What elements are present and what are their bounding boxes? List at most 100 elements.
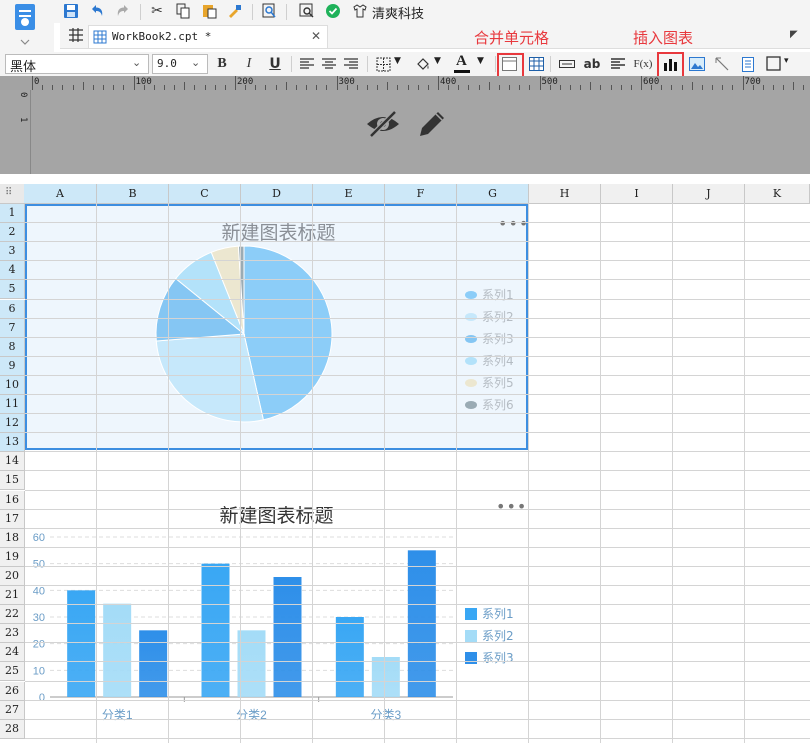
- row-header-23[interactable]: 23: [0, 624, 25, 644]
- ruler-minor-tick: [691, 82, 693, 90]
- row-header-19[interactable]: 19: [0, 547, 25, 567]
- ruler-minor-tick: [488, 82, 490, 90]
- col-header-H[interactable]: H: [529, 184, 601, 204]
- align-right-icon[interactable]: [342, 55, 360, 73]
- image-icon[interactable]: [688, 55, 706, 73]
- legend-label: 系列4: [482, 354, 514, 368]
- row-header-20[interactable]: 20: [0, 566, 25, 586]
- hide-eye-icon[interactable]: [365, 108, 401, 143]
- brand-label[interactable]: 清爽科技: [372, 3, 424, 22]
- tab-title: WorkBook2.cpt *: [112, 30, 212, 43]
- row-header-2[interactable]: 2: [0, 223, 25, 243]
- tab-close-icon[interactable]: ✕: [311, 29, 321, 43]
- row-header-25[interactable]: 25: [0, 662, 25, 682]
- paste-icon[interactable]: [200, 2, 218, 20]
- text-style-button[interactable]: ab: [583, 55, 601, 73]
- redo-icon[interactable]: [114, 2, 132, 20]
- row-header-18[interactable]: 18: [0, 528, 25, 548]
- align-left-icon[interactable]: [298, 55, 316, 73]
- row-header-10[interactable]: 10: [0, 375, 25, 395]
- row-header-3[interactable]: 3: [0, 242, 25, 262]
- row-header-12[interactable]: 12: [0, 414, 25, 434]
- bold-button[interactable]: B: [213, 55, 231, 73]
- row-header-5[interactable]: 5: [0, 280, 25, 300]
- tab-workbook[interactable]: WorkBook2.cpt * ✕: [88, 25, 328, 48]
- row-header-16[interactable]: 16: [0, 490, 25, 510]
- row-header-11[interactable]: 11: [0, 395, 25, 415]
- row-header-1[interactable]: 1: [0, 204, 25, 224]
- font-name-select[interactable]: 黑体 ⌄: [5, 54, 149, 75]
- row-header-22[interactable]: 22: [0, 605, 25, 625]
- select-all-corner[interactable]: ⠿: [0, 184, 25, 204]
- row-header-27[interactable]: 27: [0, 700, 25, 720]
- document-icon[interactable]: [739, 55, 757, 73]
- bar-chart-container[interactable]: 新建图表标题 ••• 0 10 20 30 40 50 60 分类1 分类2 分类3 系列1 系列2…: [25, 489, 528, 735]
- col-header-I[interactable]: I: [601, 184, 673, 204]
- row-header-8[interactable]: 8: [0, 337, 25, 357]
- col-header-J[interactable]: J: [673, 184, 745, 204]
- row-header-26[interactable]: 26: [0, 681, 25, 701]
- y-tick-label: 50: [33, 559, 45, 571]
- row-header-7[interactable]: 7: [0, 318, 25, 338]
- col-header-K[interactable]: K: [745, 184, 810, 204]
- underline-button[interactable]: U: [266, 55, 284, 73]
- row-header-4[interactable]: 4: [0, 261, 25, 281]
- grid-icon[interactable]: [67, 26, 85, 44]
- frame-icon[interactable]: [765, 55, 783, 73]
- bar-系列3-分类1: [139, 630, 168, 697]
- row-gridline: [25, 374, 810, 376]
- row-header-28[interactable]: 28: [0, 719, 25, 739]
- paragraph-icon[interactable]: [609, 55, 627, 73]
- frame-dropdown-icon[interactable]: ▾: [784, 56, 789, 66]
- copy-icon[interactable]: [174, 2, 192, 20]
- fill-color-icon[interactable]: [414, 55, 432, 73]
- row-header-13[interactable]: 13: [0, 433, 25, 453]
- format-painter-icon[interactable]: [226, 2, 244, 20]
- unmerge-cells-icon[interactable]: [527, 55, 545, 73]
- col-header-A[interactable]: A: [24, 184, 97, 204]
- app-logo[interactable]: [0, 0, 54, 52]
- row-header-15[interactable]: 15: [0, 471, 25, 491]
- align-center-icon[interactable]: [320, 55, 338, 73]
- font-color-dropdown-icon[interactable]: ▼: [477, 56, 484, 66]
- row-gridline: [25, 298, 810, 300]
- shirt-icon[interactable]: [351, 2, 369, 20]
- pie-legend-item: 系列6: [465, 396, 514, 413]
- italic-button[interactable]: I: [240, 55, 258, 73]
- row-gridline: [25, 451, 810, 453]
- col-header-F[interactable]: F: [385, 184, 457, 204]
- preview-icon[interactable]: [260, 2, 278, 20]
- cut-icon[interactable]: ✂: [148, 2, 166, 20]
- row-header-6[interactable]: 6: [0, 299, 25, 319]
- edit-pencil-icon[interactable]: [416, 108, 448, 143]
- col-header-G[interactable]: G: [457, 184, 529, 204]
- panel-menu-icon[interactable]: ◤: [790, 29, 798, 40]
- check-icon[interactable]: [324, 2, 342, 20]
- col-gridline: [600, 203, 601, 743]
- font-color-button[interactable]: A: [452, 53, 474, 73]
- row-header-14[interactable]: 14: [0, 452, 25, 472]
- row-gridline: [25, 680, 810, 682]
- find-icon[interactable]: [298, 2, 316, 20]
- row-gridline: [25, 279, 810, 281]
- legend-swatch: [465, 334, 477, 343]
- textbox-icon[interactable]: [558, 55, 576, 73]
- formula-button[interactable]: F(x): [632, 55, 654, 73]
- border-icon[interactable]: [374, 55, 392, 73]
- col-header-B[interactable]: B: [97, 184, 169, 204]
- fill-dropdown-icon[interactable]: ▼: [434, 56, 441, 66]
- slash-icon[interactable]: [713, 55, 731, 73]
- col-header-E[interactable]: E: [313, 184, 385, 204]
- ruler-tick: [32, 76, 33, 90]
- y-tick-label: 30: [33, 612, 45, 624]
- row-header-24[interactable]: 24: [0, 643, 25, 663]
- border-dropdown-icon[interactable]: ▼: [394, 56, 401, 66]
- row-header-9[interactable]: 9: [0, 356, 25, 376]
- col-header-D[interactable]: D: [241, 184, 313, 204]
- save-icon[interactable]: [62, 2, 80, 20]
- row-header-21[interactable]: 21: [0, 586, 25, 606]
- row-header-17[interactable]: 17: [0, 509, 25, 529]
- col-header-C[interactable]: C: [169, 184, 241, 204]
- font-size-select[interactable]: 9.0 ⌄: [152, 54, 208, 74]
- undo-icon[interactable]: [88, 2, 106, 20]
